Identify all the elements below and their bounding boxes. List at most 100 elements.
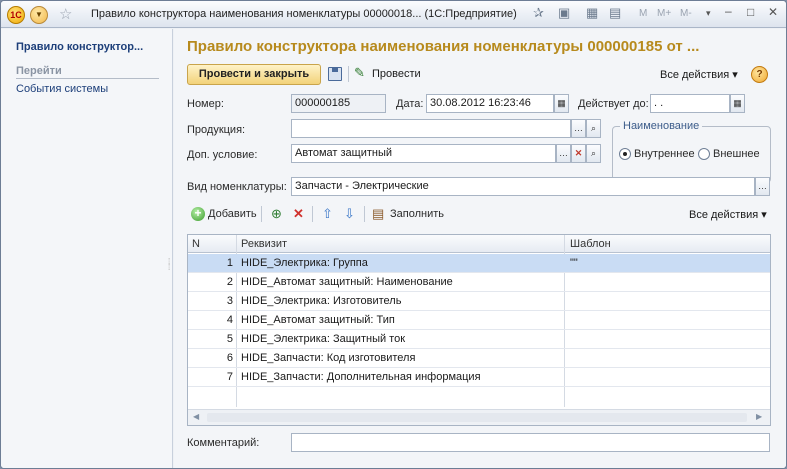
minimize-icon[interactable]: –	[725, 4, 732, 18]
cell-attribute: HIDE_Автомат защитный: Наименование	[241, 276, 453, 288]
kind-select-button[interactable]: …	[755, 177, 770, 196]
table-row[interactable]: 1 HIDE_Электрика: Группа ""	[188, 254, 770, 273]
all-actions-menu[interactable]: Все действия ▾	[660, 68, 738, 81]
condition-label: Доп. условие:	[187, 149, 258, 161]
panel-resize-grip[interactable]: ⁞ ⁞	[168, 258, 171, 272]
calendar-icon[interactable]: ▤	[609, 5, 621, 21]
date-label: Дата:	[396, 98, 424, 110]
column-header-template[interactable]: Шаблон	[570, 238, 611, 250]
cell-attribute: HIDE_Запчасти: Код изготовителя	[241, 352, 416, 364]
page-title: Правило конструктора наименования номенк…	[187, 38, 700, 55]
condition-open-icon[interactable]: ⌕	[586, 144, 601, 163]
chevron-down-icon: ▾	[732, 69, 738, 81]
memory-mplus-button[interactable]: M+	[657, 8, 671, 19]
scroll-left-icon[interactable]: ◀	[193, 412, 199, 421]
table-toolbar-divider	[261, 206, 262, 222]
kind-label: Вид номенклатуры:	[187, 181, 287, 193]
comment-field[interactable]	[291, 433, 770, 452]
product-open-icon[interactable]: ⌕	[586, 119, 601, 138]
cell-n: 5	[226, 333, 233, 345]
chevron-down-icon: ▾	[761, 209, 767, 221]
help-button[interactable]: ?	[751, 66, 768, 83]
cell-attribute: HIDE_Запчасти: Дополнительная информация	[241, 371, 481, 383]
radio-internal[interactable]	[619, 148, 631, 160]
nav-divider	[16, 78, 159, 79]
title-bar: 1С ▼ ☆ Правило конструктора наименования…	[1, 1, 786, 28]
table-row[interactable]: 2 HIDE_Автомат защитный: Наименование	[188, 273, 770, 292]
scrollbar-thumb[interactable]	[207, 413, 747, 422]
table-row[interactable]: 7 HIDE_Запчасти: Дополнительная информац…	[188, 368, 770, 387]
cell-n: 2	[226, 276, 233, 288]
valid-until-calendar-button[interactable]: ▦	[730, 94, 745, 113]
table-row[interactable]: 6 HIDE_Запчасти: Код изготовителя	[188, 349, 770, 368]
cell-attribute: HIDE_Электрика: Защитный ток	[241, 333, 406, 345]
product-field[interactable]	[291, 119, 571, 138]
number-label: Номер:	[187, 98, 224, 110]
add-icon[interactable]: +	[191, 207, 205, 221]
cell-attribute: HIDE_Электрика: Изготовитель	[241, 295, 402, 307]
table-all-actions-menu[interactable]: Все действия ▾	[689, 208, 767, 221]
bookmark-icon[interactable]: ▣	[558, 5, 570, 21]
cell-n: 1	[226, 257, 233, 269]
table-row[interactable]: 5 HIDE_Электрика: Защитный ток	[188, 330, 770, 349]
favorite-star-icon[interactable]: ☆	[59, 5, 72, 23]
memory-mminus-button[interactable]: M-	[680, 8, 692, 19]
post-button[interactable]: Провести	[372, 68, 421, 80]
condition-field[interactable]: Автомат защитный	[291, 144, 556, 163]
fill-icon[interactable]: ▤	[372, 207, 384, 221]
valid-until-field[interactable]: . .	[650, 94, 730, 113]
app-logo-icon[interactable]: 1С	[7, 6, 25, 24]
cell-template: ""	[570, 257, 578, 269]
radio-external[interactable]	[698, 148, 710, 160]
delete-row-icon[interactable]: ✕	[293, 207, 304, 221]
copy-row-icon[interactable]: ⊕	[271, 207, 282, 221]
fill-button[interactable]: Заполнить	[390, 208, 444, 220]
post-document-icon[interactable]: ✎	[354, 65, 365, 81]
save-icon[interactable]	[328, 67, 342, 81]
add-favorite-icon[interactable]: ✰	[533, 5, 544, 21]
date-field[interactable]: 30.08.2012 16:23:46	[426, 94, 554, 113]
navigation-panel: Правило конструктор... Перейти События с…	[1, 29, 173, 468]
window-menu-chevron-icon[interactable]: ▾	[706, 8, 711, 19]
nav-item-system-events[interactable]: События системы	[16, 83, 108, 95]
column-header-n[interactable]: N	[192, 238, 200, 250]
form-area: Правило конструктора наименования номенк…	[174, 29, 786, 468]
table-header: N Реквизит Шаблон	[188, 235, 770, 253]
table-toolbar-divider	[312, 206, 313, 222]
cell-n: 4	[226, 314, 233, 326]
valid-until-label: Действует до:	[578, 98, 649, 110]
table-all-actions-label: Все действия	[689, 209, 759, 221]
cell-attribute: HIDE_Автомат защитный: Тип	[241, 314, 395, 326]
condition-clear-icon[interactable]: ✕	[571, 144, 586, 163]
move-down-icon[interactable]: ⇩	[344, 207, 355, 221]
number-field[interactable]: 000000185	[291, 94, 386, 113]
table-row[interactable]: 3 HIDE_Электрика: Изготовитель	[188, 292, 770, 311]
radio-internal-label[interactable]: Внутреннее	[634, 148, 695, 160]
table-row[interactable]: 4 HIDE_Автомат защитный: Тип	[188, 311, 770, 330]
nav-form-title[interactable]: Правило конструктор...	[16, 41, 143, 53]
condition-select-button[interactable]: …	[556, 144, 571, 163]
move-up-icon[interactable]: ⇧	[322, 207, 333, 221]
product-select-button[interactable]: …	[571, 119, 586, 138]
radio-external-label[interactable]: Внешнее	[713, 148, 760, 160]
product-label: Продукция:	[187, 124, 246, 136]
date-calendar-button[interactable]: ▦	[554, 94, 569, 113]
comment-label: Комментарий:	[187, 437, 260, 449]
post-and-close-button[interactable]: Провести и закрыть	[187, 64, 321, 85]
close-icon[interactable]: ✕	[768, 5, 778, 19]
kind-field[interactable]: Запчасти - Электрические	[291, 177, 755, 196]
scroll-right-icon[interactable]: ▶	[756, 412, 762, 421]
calculator-icon[interactable]: ▦	[586, 5, 598, 21]
column-header-attribute[interactable]: Реквизит	[241, 238, 287, 250]
cell-n: 3	[226, 295, 233, 307]
main-menu-chevron-icon[interactable]: ▼	[30, 6, 48, 24]
add-row-button[interactable]: Добавить	[208, 208, 257, 220]
naming-group-title: Наименование	[620, 120, 703, 132]
maximize-icon[interactable]: □	[747, 5, 754, 19]
main-window: 1С ▼ ☆ Правило конструктора наименования…	[0, 0, 787, 469]
memory-m-button[interactable]: M	[639, 8, 647, 19]
cell-n: 6	[226, 352, 233, 364]
cell-attribute: HIDE_Электрика: Группа	[241, 257, 368, 269]
horizontal-scrollbar[interactable]: ◀ ▶	[188, 409, 770, 425]
cell-n: 7	[226, 371, 233, 383]
